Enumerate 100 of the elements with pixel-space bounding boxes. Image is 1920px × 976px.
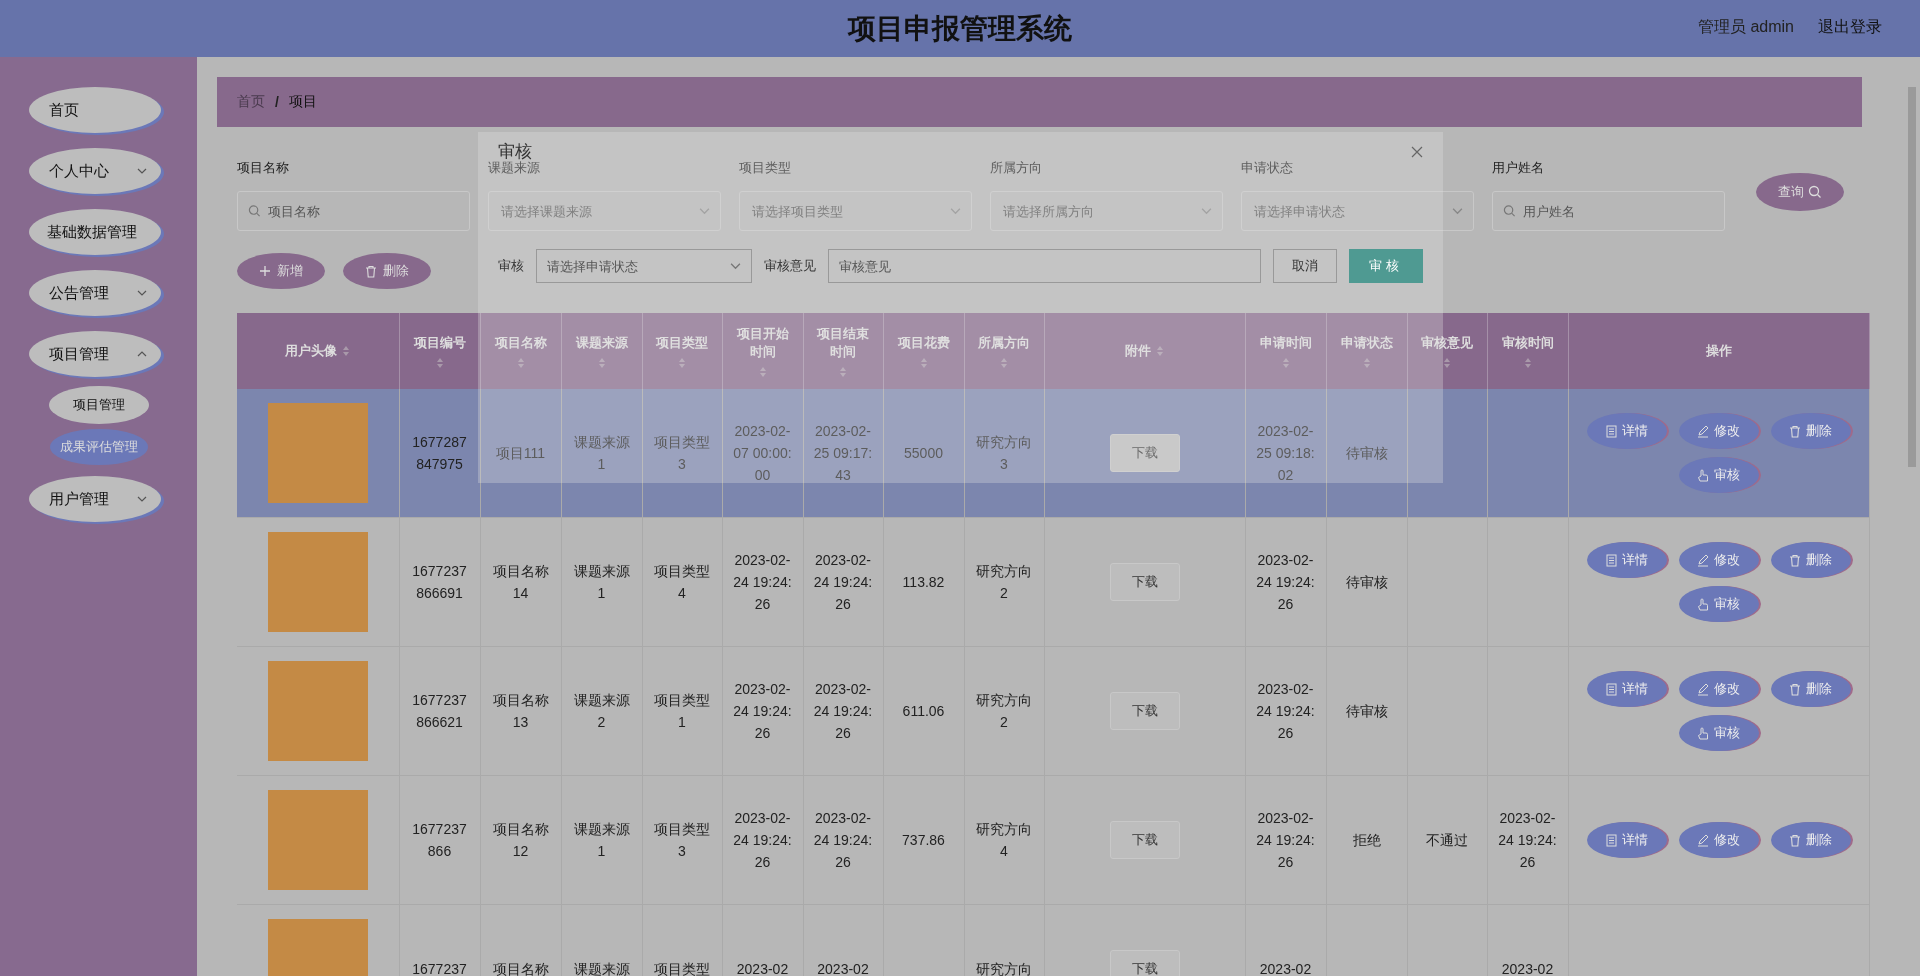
hand-pointer-icon — [1697, 726, 1709, 740]
edit-button[interactable]: 修改 — [1678, 671, 1759, 707]
confirm-button[interactable]: 审核 — [1349, 249, 1423, 283]
column-header[interactable]: 操作 — [1568, 313, 1869, 389]
column-header[interactable]: 课题来源 — [561, 313, 642, 389]
submenu-item[interactable]: 项目管理 — [48, 386, 149, 424]
column-header[interactable]: 项目花费 — [883, 313, 964, 389]
filter-label: 申请状态 — [1241, 159, 1293, 177]
add-button[interactable]: 新增 — [237, 253, 325, 289]
column-header[interactable]: 所属方向 — [964, 313, 1044, 389]
pencil-icon — [1697, 553, 1709, 567]
column-header[interactable]: 项目开始时间 — [722, 313, 803, 389]
audit-button[interactable]: 审核 — [1678, 586, 1759, 622]
column-header[interactable]: 申请时间 — [1245, 313, 1326, 389]
column-header[interactable]: 项目结束时间 — [803, 313, 883, 389]
scrollbar[interactable] — [1908, 87, 1916, 467]
chevron-down-icon — [1452, 207, 1463, 215]
sidebar-item[interactable]: 基础数据管理 — [28, 209, 161, 255]
query-button[interactable]: 查询 — [1756, 173, 1844, 211]
trash-icon — [365, 264, 377, 278]
caret-icon — [136, 496, 147, 502]
table-cell-text: 课题来源2 — [572, 691, 631, 732]
filter-label: 项目名称 — [237, 159, 289, 177]
sort-icon — [342, 345, 351, 357]
sidebar-item[interactable]: 首页 — [28, 87, 161, 133]
column-header[interactable]: 用户头像 — [237, 313, 399, 389]
sort-icon — [1156, 345, 1164, 357]
document-icon — [1605, 833, 1617, 847]
column-header[interactable]: 项目编号 — [399, 313, 480, 389]
column-header[interactable]: 项目类型 — [642, 313, 722, 389]
table-cell-text: 2023-02-24 19:24:26 — [1255, 680, 1316, 743]
breadcrumb-item[interactable]: 首页 — [237, 93, 265, 111]
column-header[interactable]: 申请状态 — [1326, 313, 1407, 389]
column-header[interactable]: 附件 — [1044, 313, 1245, 389]
audit-button[interactable]: 审核 — [1678, 457, 1759, 493]
filter-label: 课题来源 — [488, 160, 540, 177]
table-cell-text: 课题来源 — [573, 960, 630, 976]
cancel-button[interactable]: 取消 — [1273, 249, 1337, 283]
delete-button[interactable]: 删除 — [1770, 542, 1851, 578]
search-icon — [1503, 204, 1516, 218]
select-field[interactable]: 请选择所属方向 — [990, 191, 1223, 231]
edit-button[interactable]: 修改 — [1678, 413, 1759, 449]
download-button[interactable]: 下载 — [1109, 821, 1180, 859]
select-field[interactable]: 请选择申请状态 — [536, 249, 752, 283]
delete-button[interactable]: 删除 — [343, 253, 431, 289]
sort-icon — [1523, 356, 1532, 369]
delete-button[interactable]: 删除 — [1770, 413, 1851, 449]
column-header[interactable]: 审核意见 — [1407, 313, 1487, 389]
download-button[interactable]: 下载 — [1109, 434, 1180, 472]
search-field[interactable]: 用户姓名 — [1492, 191, 1725, 231]
search-field[interactable]: 项目名称 — [237, 191, 470, 231]
sidebar-item[interactable]: 公告管理 — [28, 270, 161, 316]
detail-button[interactable]: 详情 — [1586, 671, 1667, 707]
select-field[interactable]: 请选择申请状态 — [1241, 191, 1474, 231]
table-cell-text: 拒绝 — [1352, 831, 1381, 850]
edit-button[interactable]: 修改 — [1678, 822, 1759, 858]
table-cell-text: 研究方向2 — [975, 562, 1033, 603]
comment-field[interactable]: 审核意见 — [828, 249, 1261, 283]
sort-icon — [678, 356, 686, 369]
sort-icon — [435, 356, 444, 369]
filter-label: 用户姓名 — [1492, 159, 1544, 177]
chevron-down-icon — [950, 207, 961, 215]
delete-button[interactable]: 删除 — [1770, 671, 1851, 707]
table-cell-text: 2023-02 — [1501, 960, 1554, 976]
close-icon[interactable] — [1411, 145, 1423, 158]
table-cell-text: 2023-02-24 19:24:26 — [732, 680, 793, 743]
select-field[interactable]: 请选择课题来源 — [488, 191, 721, 231]
table-cell-text: 项目名称12 — [491, 820, 550, 861]
table-cell-text: 1677237866621 — [411, 691, 468, 732]
user-label: 管理员 admin — [1697, 17, 1794, 37]
audit-button[interactable]: 审核 — [1678, 715, 1759, 751]
edit-button[interactable]: 修改 — [1678, 542, 1759, 578]
filter-label: 项目类型 — [739, 159, 791, 177]
table-cell-text: 课题来源1 — [572, 562, 631, 603]
table-cell-text: 不通过 — [1426, 831, 1468, 850]
table-cell-text: 1677237866 — [411, 820, 468, 861]
logout-link[interactable]: 退出登录 — [1818, 17, 1882, 38]
download-button[interactable]: 下载 — [1109, 563, 1180, 601]
sidebar-item[interactable]: 项目管理 — [28, 331, 161, 377]
sidebar-item[interactable]: 用户管理 — [28, 476, 161, 522]
download-button[interactable]: 下载 — [1109, 950, 1180, 976]
column-header[interactable]: 项目名称 — [480, 313, 561, 389]
delete-button[interactable]: 删除 — [1770, 822, 1851, 858]
table-cell-text: 2023-02-24 19:24:26 — [732, 551, 793, 614]
sort-icon — [1362, 356, 1371, 369]
detail-button[interactable]: 详情 — [1586, 822, 1667, 858]
table-cell-text: 研究方向 — [976, 960, 1032, 976]
detail-button[interactable]: 详情 — [1586, 413, 1667, 449]
table-cell-text: 项目名称13 — [491, 691, 550, 732]
field-label: 审核 — [498, 257, 524, 275]
submenu-item[interactable]: 成果评估管理 — [49, 429, 148, 465]
download-button[interactable]: 下载 — [1109, 692, 1180, 730]
select-field[interactable]: 请选择项目类型 — [739, 191, 972, 231]
table-cell-text: 2023-02-24 19:24:26 — [1255, 551, 1316, 614]
sidebar-item[interactable]: 个人中心 — [28, 148, 161, 194]
detail-button[interactable]: 详情 — [1586, 542, 1667, 578]
table-cell-text: 项目名称14 — [491, 562, 550, 603]
column-header[interactable]: 审核时间 — [1487, 313, 1568, 389]
table-cell-text: 项目类型3 — [653, 433, 711, 474]
table-cell-text: 2023-02-07 00:00:00 — [732, 422, 793, 485]
